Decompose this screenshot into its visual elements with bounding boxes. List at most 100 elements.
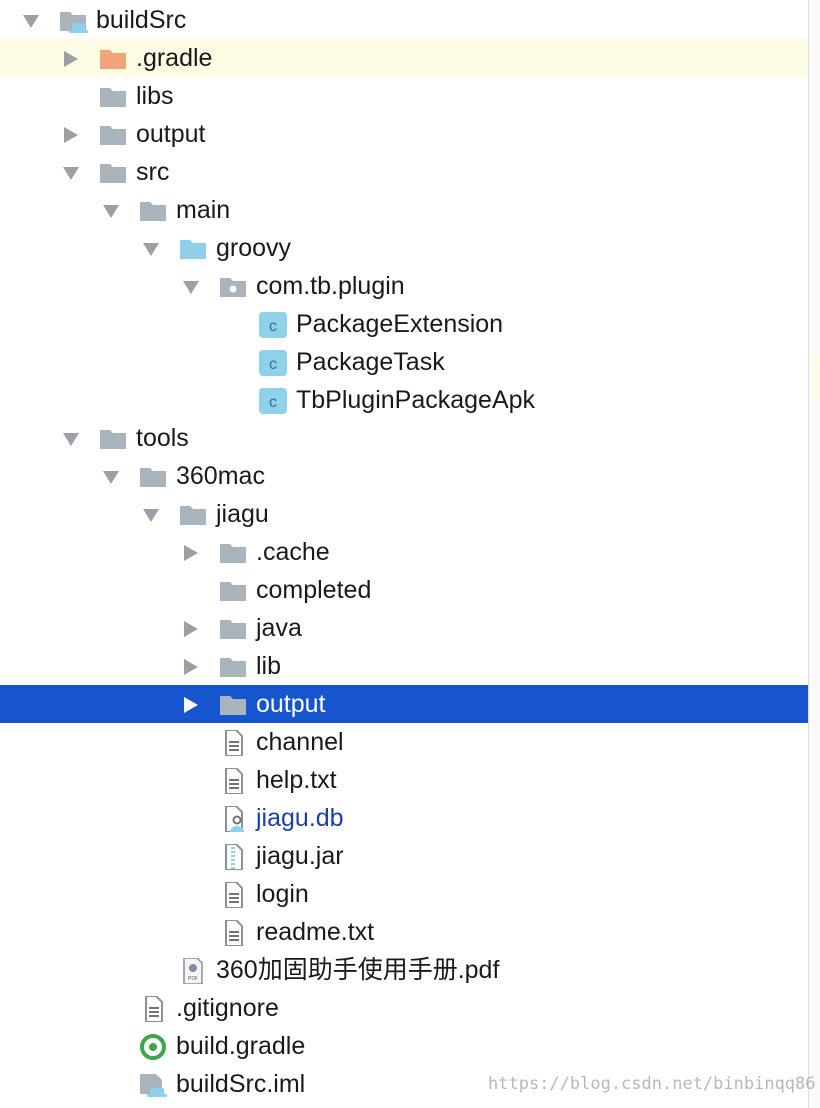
tree-item[interactable]: readme.txt: [0, 913, 808, 951]
tree-item-label: java: [256, 614, 302, 642]
tree-item[interactable]: main: [0, 191, 808, 229]
tree-item[interactable]: help.txt: [0, 761, 808, 799]
groovy-class-icon: c: [258, 350, 288, 376]
expand-arrow-icon[interactable]: [62, 165, 80, 181]
groovy-class-icon: c: [258, 312, 288, 338]
groovy-class-icon: c: [258, 388, 288, 414]
jar-file-icon: [218, 843, 248, 871]
folder-icon: [178, 502, 208, 528]
tree-item-label: com.tb.plugin: [256, 272, 405, 300]
collapse-arrow-icon[interactable]: [182, 545, 200, 561]
watermark: https://blog.csdn.net/binbinqq86: [488, 1074, 816, 1094]
tree-item-label: tools: [136, 424, 189, 452]
tree-item-label: output: [136, 120, 206, 148]
text-file-icon: [218, 767, 248, 795]
tree-item-label: jiagu.db: [256, 804, 344, 832]
tree-item[interactable]: .gitignore: [0, 989, 808, 1027]
folder-icon: [218, 654, 248, 680]
folder-icon: [98, 84, 128, 110]
database-file-icon: [218, 805, 248, 833]
tree-item-label: .gitignore: [176, 994, 279, 1022]
tree-item[interactable]: login: [0, 875, 808, 913]
tree-item[interactable]: output: [0, 115, 808, 153]
folder-orange-icon: [98, 46, 128, 72]
tree-item[interactable]: groovy: [0, 229, 808, 267]
tree-item[interactable]: jiagu: [0, 495, 808, 533]
tree-item[interactable]: 360mac: [0, 457, 808, 495]
tree-item[interactable]: java: [0, 609, 808, 647]
vertical-scrollbar[interactable]: [808, 0, 820, 1108]
tree-item-label: help.txt: [256, 766, 337, 794]
collapse-arrow-icon[interactable]: [182, 659, 200, 675]
tree-item-label: .gradle: [136, 44, 213, 72]
folder-icon: [218, 616, 248, 642]
tree-item-label: buildSrc.iml: [176, 1070, 306, 1098]
tree-item[interactable]: buildSrc: [0, 1, 808, 39]
expand-arrow-icon[interactable]: [142, 241, 160, 257]
tree-item-label: src: [136, 158, 170, 186]
text-file-icon: [218, 729, 248, 757]
tree-item-label: 360mac: [176, 462, 265, 490]
expand-arrow-icon[interactable]: [182, 279, 200, 295]
module-folder-icon: [58, 8, 88, 34]
folder-icon: [98, 160, 128, 186]
folder-icon: [98, 426, 128, 452]
tree-item[interactable]: src: [0, 153, 808, 191]
module-file-icon: [138, 1072, 168, 1098]
svg-text:PDF: PDF: [188, 976, 198, 982]
text-file-icon: [138, 995, 168, 1023]
tree-item-label: readme.txt: [256, 918, 375, 946]
tree-item[interactable]: c PackageTask: [0, 343, 808, 381]
tree-item-label: lib: [256, 652, 282, 680]
tree-item[interactable]: build.gradle: [0, 1027, 808, 1065]
tree-item-label: TbPluginPackageApk: [296, 386, 536, 414]
tree-item[interactable]: completed: [0, 571, 808, 609]
tree-item[interactable]: .gradle: [0, 39, 808, 77]
tree-item-label: buildSrc: [96, 6, 187, 34]
tree-item-label: 360加固助手使用手册.pdf: [216, 956, 500, 984]
tree-item-label: channel: [256, 728, 344, 756]
collapse-arrow-icon[interactable]: [62, 51, 80, 67]
tree-item[interactable]: jiagu.db: [0, 799, 808, 837]
svg-text:c: c: [269, 394, 277, 411]
tree-item-label: .cache: [256, 538, 330, 566]
folder-icon: [138, 464, 168, 490]
tree-item-label: jiagu.jar: [256, 842, 344, 870]
expand-arrow-icon[interactable]: [62, 431, 80, 447]
svg-text:c: c: [269, 356, 277, 373]
folder-icon: [218, 540, 248, 566]
tree-item-label: PackageExtension: [296, 310, 504, 338]
tree-item[interactable]: PDF 360加固助手使用手册.pdf: [0, 951, 808, 989]
expand-arrow-icon[interactable]: [102, 469, 120, 485]
folder-icon: [218, 578, 248, 604]
tree-item[interactable]: channel: [0, 723, 808, 761]
collapse-arrow-icon[interactable]: [182, 697, 200, 713]
tree-item-label: main: [176, 196, 231, 224]
folder-icon: [138, 198, 168, 224]
tree-item-label: jiagu: [216, 500, 269, 528]
svg-text:c: c: [269, 318, 277, 335]
scrollbar-marker: [812, 356, 820, 400]
gradle-icon: [138, 1034, 168, 1060]
expand-arrow-icon[interactable]: [102, 203, 120, 219]
tree-item-label: libs: [136, 82, 174, 110]
collapse-arrow-icon[interactable]: [182, 621, 200, 637]
tree-item[interactable]: jiagu.jar: [0, 837, 808, 875]
tree-item-label: build.gradle: [176, 1032, 306, 1060]
tree-item-label: completed: [256, 576, 372, 604]
tree-item-label: groovy: [216, 234, 292, 262]
expand-arrow-icon[interactable]: [22, 13, 40, 29]
tree-item[interactable]: c PackageExtension: [0, 305, 808, 343]
folder-icon: [98, 122, 128, 148]
tree-item[interactable]: tools: [0, 419, 808, 457]
expand-arrow-icon[interactable]: [142, 507, 160, 523]
pdf-file-icon: PDF: [178, 957, 208, 985]
tree-item[interactable]: com.tb.plugin: [0, 267, 808, 305]
tree-item[interactable]: lib: [0, 647, 808, 685]
collapse-arrow-icon[interactable]: [62, 127, 80, 143]
tree-item-label: PackageTask: [296, 348, 445, 376]
tree-item[interactable]: libs: [0, 77, 808, 115]
tree-item[interactable]: c TbPluginPackageApk: [0, 381, 808, 419]
tree-item[interactable]: output: [0, 685, 808, 723]
tree-item[interactable]: .cache: [0, 533, 808, 571]
